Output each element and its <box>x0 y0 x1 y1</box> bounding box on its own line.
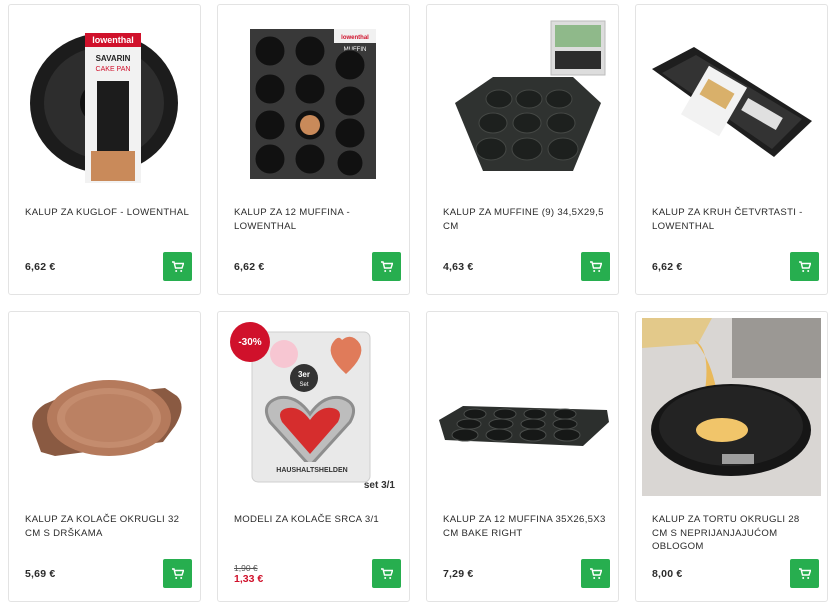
add-to-cart-button[interactable] <box>790 252 819 281</box>
add-to-cart-button[interactable] <box>581 252 610 281</box>
add-to-cart-button[interactable] <box>372 559 401 588</box>
product-card[interactable]: -30% 3er Set HAUSHALTSHELDEN set 3/1 MOD… <box>217 311 410 602</box>
product-card[interactable]: KALUP ZA TORTU OKRUGLI 28 CM S NEPRIJANJ… <box>635 311 828 602</box>
add-to-cart-button[interactable] <box>372 252 401 281</box>
product-grid: lowenthal SAVARIN CAKE PAN KALUP ZA KUGL… <box>0 0 840 609</box>
packaging-line: CAKE PAN <box>96 66 131 73</box>
cart-icon <box>171 567 184 579</box>
product-image-9-muffin-pan[interactable] <box>433 11 612 189</box>
product-card[interactable]: KALUP ZA KOLAČE OKRUGLI 32 CM S DRŠKAMA … <box>8 311 201 602</box>
product-image-round-tart-pan[interactable] <box>15 318 194 496</box>
product-sale-price: 1,33 € <box>234 573 264 585</box>
cart-icon <box>380 260 393 272</box>
packaging-line: Set <box>299 382 308 388</box>
add-to-cart-button[interactable] <box>163 559 192 588</box>
cart-icon <box>589 260 602 272</box>
product-price: 8,00 € <box>652 568 683 580</box>
product-price: 6,62 € <box>234 261 265 273</box>
product-card[interactable]: KALUP ZA 12 MUFFINA 35x26,5x3 CM BAKE RI… <box>426 311 619 602</box>
add-to-cart-button[interactable] <box>581 559 610 588</box>
discount-badge: -30% <box>230 322 270 362</box>
cart-icon <box>589 567 602 579</box>
product-title[interactable]: KALUP ZA KUGLOF - LOWENTHAL <box>25 206 190 220</box>
cart-icon <box>380 567 393 579</box>
product-card[interactable]: KALUP ZA MUFFINE (9) 34,5x29,5 CM 4,63 € <box>426 4 619 295</box>
product-card[interactable]: lowenthal MUFFIN KALUP ZA 12 MUFFINA - L… <box>217 4 410 295</box>
cart-icon <box>171 260 184 272</box>
product-price: 4,63 € <box>443 261 474 273</box>
product-image-springform-pan[interactable] <box>642 318 821 496</box>
product-image-12-muffin-tray[interactable] <box>433 318 612 496</box>
packaging-brand: lowenthal <box>92 35 134 45</box>
packaging-brand: HAUSHALTSHELDEN <box>276 467 347 474</box>
product-price: 6,62 € <box>25 261 56 273</box>
cart-icon <box>798 567 811 579</box>
product-price: 7,29 € <box>443 568 474 580</box>
product-title[interactable]: KALUP ZA KOLAČE OKRUGLI 32 CM S DRŠKAMA <box>25 513 190 540</box>
product-title[interactable]: MODELI ZA KOLAČE SRCA 3/1 <box>234 513 399 527</box>
add-to-cart-button[interactable] <box>790 559 819 588</box>
product-image-12-muffin-pan[interactable]: lowenthal MUFFIN <box>224 11 403 189</box>
product-price: 5,69 € <box>25 568 56 580</box>
product-title[interactable]: KALUP ZA KRUH ČETVRTASTI - LOWENTHAL <box>652 206 817 233</box>
product-old-price: 1,90 € <box>234 563 258 573</box>
packaging-line: SAVARIN <box>96 54 131 63</box>
product-title[interactable]: KALUP ZA 12 MUFFINA 35x26,5x3 CM BAKE RI… <box>443 513 608 540</box>
product-card[interactable]: lowenthal SAVARIN CAKE PAN KALUP ZA KUGL… <box>8 4 201 295</box>
product-title[interactable]: KALUP ZA TORTU OKRUGLI 28 CM S NEPRIJANJ… <box>652 513 817 554</box>
cart-icon <box>798 260 811 272</box>
packaging-line: 3er <box>298 370 310 379</box>
packaging-brand: lowenthal <box>341 35 369 41</box>
product-image-loaf-pan[interactable] <box>642 11 821 189</box>
product-title[interactable]: KALUP ZA MUFFINE (9) 34,5x29,5 CM <box>443 206 608 233</box>
set-label: set 3/1 <box>363 480 395 491</box>
product-price: 6,62 € <box>652 261 683 273</box>
product-title[interactable]: KALUP ZA 12 MUFFINA - LOWENTHAL <box>234 206 399 233</box>
add-to-cart-button[interactable] <box>163 252 192 281</box>
product-image-bundt-pan[interactable]: lowenthal SAVARIN CAKE PAN <box>15 11 194 189</box>
product-card[interactable]: KALUP ZA KRUH ČETVRTASTI - LOWENTHAL 6,6… <box>635 4 828 295</box>
